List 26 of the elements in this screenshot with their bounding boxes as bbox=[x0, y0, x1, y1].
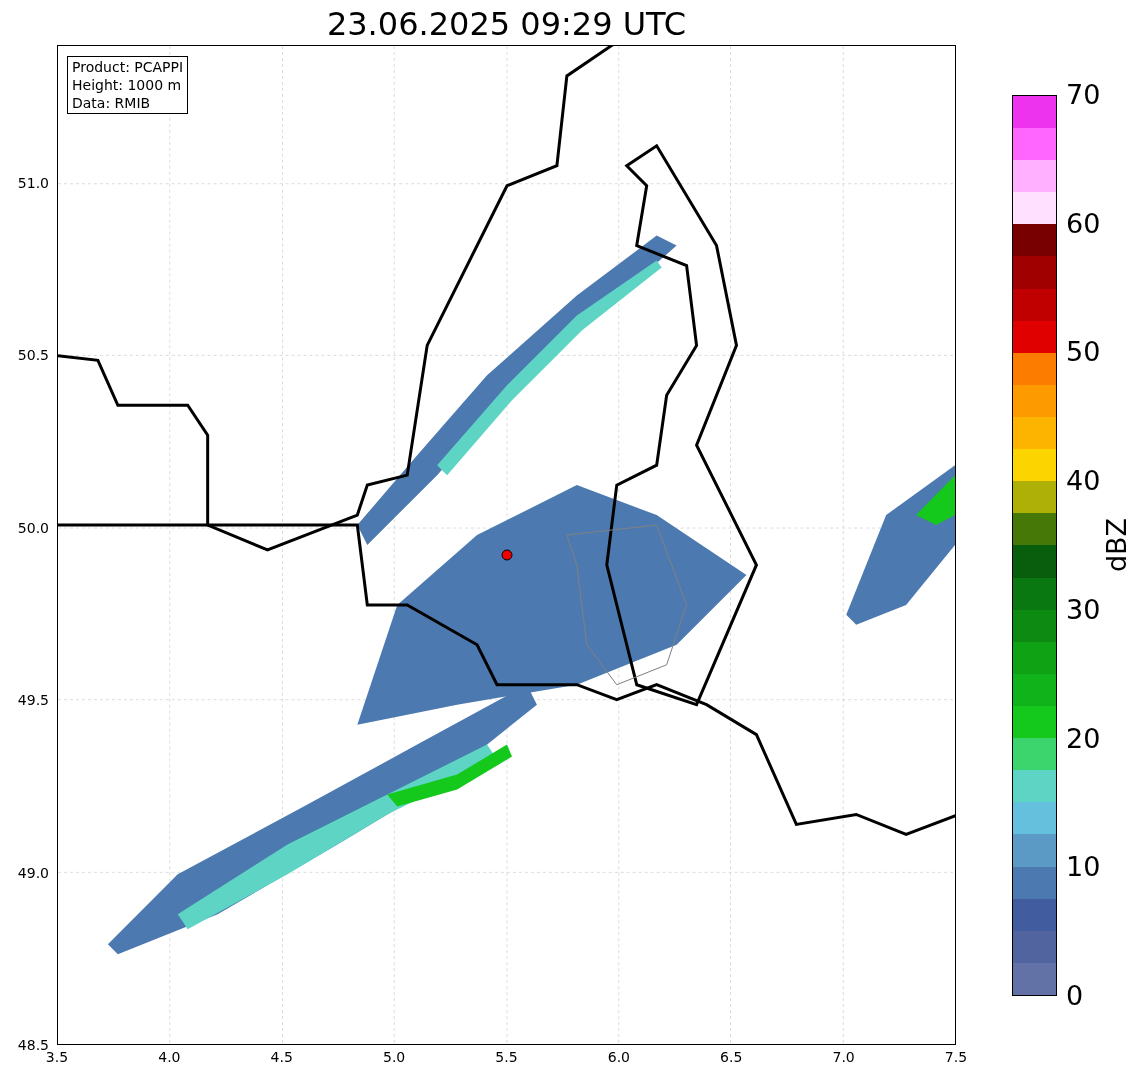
axis-tick-label: 7.0 bbox=[832, 1049, 855, 1065]
info-text: Product: PCAPPI bbox=[72, 58, 184, 76]
scale-tick-label: 30 bbox=[1066, 594, 1101, 625]
axis-tick-label: 6.5 bbox=[720, 1049, 743, 1065]
axis-tick-label: 7.5 bbox=[944, 1049, 968, 1065]
axis-tick-label: 50.0 bbox=[17, 519, 49, 536]
scale-label: dBZ bbox=[1102, 517, 1132, 573]
axis-tick-label: 51.0 bbox=[17, 174, 49, 191]
info-text: Data: RMIB bbox=[72, 94, 152, 112]
axis-tick-label: 49.5 bbox=[17, 692, 49, 709]
axis-tick-label: 4.5 bbox=[270, 1049, 293, 1065]
axis-tick-label: 49.0 bbox=[17, 864, 49, 881]
axis-tick-label: 50.5 bbox=[17, 347, 49, 364]
info-text: Height: 1000 m bbox=[72, 76, 183, 94]
scale-tick-label: 60 bbox=[1066, 208, 1101, 239]
chart-title: 23.06.2025 09:29 UTC bbox=[326, 4, 687, 45]
axis-tick-label: 4.0 bbox=[158, 1049, 181, 1065]
scale-tick-label: 70 bbox=[1066, 80, 1101, 110]
axis-tick-label: 5.5 bbox=[495, 1049, 518, 1065]
axis-tick-label: 6.0 bbox=[607, 1049, 630, 1065]
scale-tick-label: 40 bbox=[1066, 466, 1101, 497]
scale-tick-label: 10 bbox=[1066, 852, 1101, 883]
scale-tick-label: 50 bbox=[1066, 337, 1101, 368]
scale-tick-label: 0 bbox=[1066, 981, 1084, 1011]
scale-tick-label: 20 bbox=[1066, 723, 1101, 754]
axis-tick-label: 5.0 bbox=[383, 1049, 406, 1065]
